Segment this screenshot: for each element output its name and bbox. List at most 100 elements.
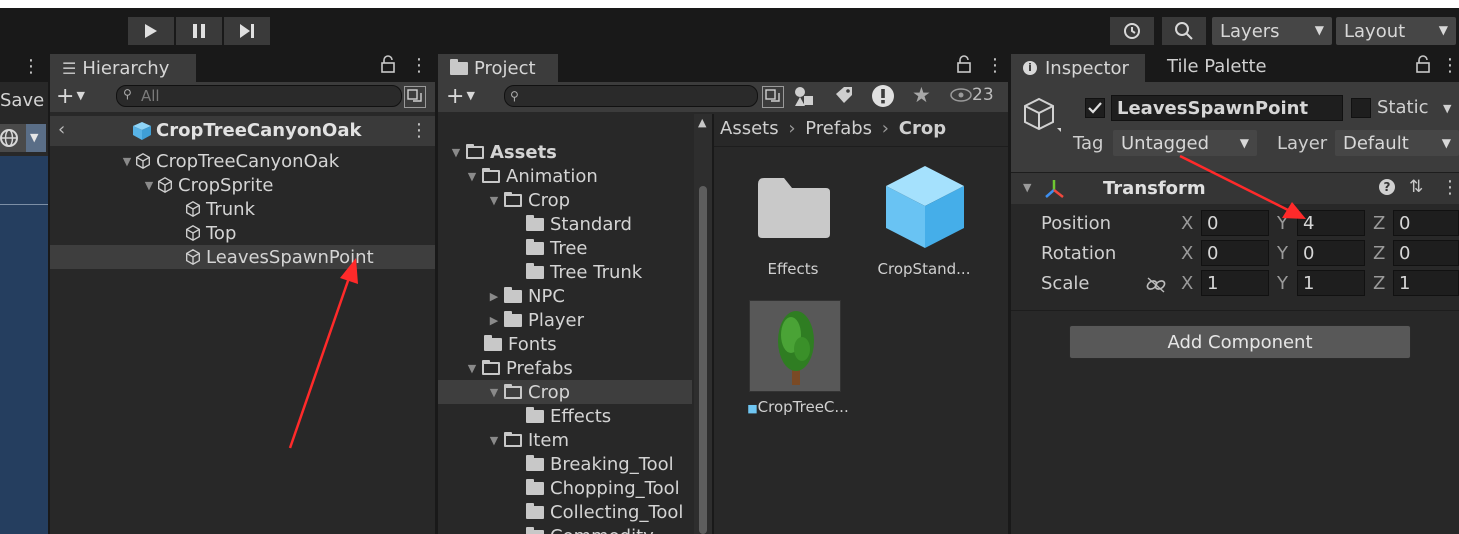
folder-item[interactable]: Chopping_Tool xyxy=(526,476,680,500)
step-button[interactable] xyxy=(224,17,270,45)
folder-item[interactable]: Commodity xyxy=(526,524,654,534)
static-checkbox[interactable] xyxy=(1351,98,1371,118)
folder-item[interactable]: ▼ Item xyxy=(484,428,569,452)
folder-item[interactable]: ▶ NPC xyxy=(484,284,565,308)
visible-count-badge[interactable]: 23 xyxy=(950,85,994,105)
hierarchy-item[interactable]: Top xyxy=(184,221,236,245)
breadcrumb-item[interactable]: Prefabs xyxy=(805,118,872,139)
hierarchy-item[interactable]: ▼ CropTreeCanyonOak xyxy=(120,149,339,173)
save-button[interactable]: Save xyxy=(0,90,44,111)
history-button[interactable] xyxy=(1110,17,1154,45)
more-menu-icon[interactable]: ⋮ xyxy=(410,55,428,76)
tab-tile-palette[interactable]: Tile Palette xyxy=(1167,56,1267,77)
filter-label-icon[interactable] xyxy=(832,84,856,113)
tag-dropdown[interactable]: Untagged ▼ xyxy=(1113,130,1257,156)
folder-item[interactable]: ▼ Animation xyxy=(462,164,598,188)
folder-item[interactable]: ▶ Player xyxy=(484,308,584,332)
layout-dropdown[interactable]: Layout ▼ xyxy=(1336,17,1456,45)
folder-item[interactable]: Standard xyxy=(526,212,632,236)
folder-item[interactable]: Tree xyxy=(526,236,588,260)
active-checkbox[interactable] xyxy=(1085,98,1105,118)
tab-inspector[interactable]: i Inspector xyxy=(1011,54,1145,82)
scale-y-field[interactable]: 1 xyxy=(1297,270,1365,296)
create-button[interactable]: + ▼ xyxy=(446,84,475,109)
more-menu-icon[interactable]: ⋮ xyxy=(1441,177,1459,198)
search-mode-icon[interactable] xyxy=(404,86,426,108)
constrain-proportions-icon[interactable] xyxy=(1145,276,1167,294)
search-mode-icon[interactable] xyxy=(762,86,784,108)
pause-button[interactable] xyxy=(176,17,222,45)
breadcrumb-item[interactable]: Crop xyxy=(899,118,946,139)
chevron-down-icon[interactable]: ▼ xyxy=(1443,102,1451,115)
search-button[interactable] xyxy=(1162,17,1206,45)
lock-icon[interactable] xyxy=(380,55,396,78)
folder-item[interactable]: Collecting_Tool xyxy=(526,500,683,524)
asset-item[interactable]: ■CropTreeC... xyxy=(742,300,852,420)
hidden-packages-icon[interactable] xyxy=(870,83,896,114)
expand-triangle-icon[interactable]: ▶ xyxy=(484,290,504,303)
panel-splitter[interactable] xyxy=(435,52,438,534)
rotation-x-field[interactable]: 0 xyxy=(1201,240,1269,266)
panel-splitter[interactable] xyxy=(1008,52,1011,534)
more-menu-icon[interactable]: ⋮ xyxy=(986,55,1004,76)
hierarchy-item[interactable]: Trunk xyxy=(184,197,255,221)
filter-type-icon[interactable] xyxy=(792,84,816,113)
scale-z-field[interactable]: 1 xyxy=(1393,270,1459,296)
expand-triangle-icon[interactable]: ▼ xyxy=(484,434,504,447)
favorite-star-icon[interactable]: ★ xyxy=(912,83,931,107)
add-component-button[interactable]: Add Component xyxy=(1069,325,1411,359)
layers-dropdown[interactable]: Layers ▼ xyxy=(1212,17,1332,45)
expand-triangle-icon[interactable]: ▼ xyxy=(142,179,156,192)
transform-header[interactable]: ▼ Transform ? ⇅ ⋮ xyxy=(1011,172,1459,204)
project-search-input[interactable]: ⚲ xyxy=(504,85,758,107)
folder-item-selected[interactable]: ▼ Crop xyxy=(484,380,570,404)
scrollbar-thumb[interactable] xyxy=(699,186,707,534)
rotation-z-field[interactable]: 0 xyxy=(1393,240,1459,266)
more-menu-icon[interactable]: ⋮ xyxy=(1441,55,1459,76)
folder-item[interactable]: ▼ Assets xyxy=(446,140,557,164)
position-y-field[interactable]: 4 xyxy=(1297,210,1365,236)
folder-item[interactable]: Tree Trunk xyxy=(526,260,642,284)
position-z-field[interactable]: 0 xyxy=(1393,210,1459,236)
more-menu-icon[interactable]: ⋮ xyxy=(22,56,40,77)
tab-hierarchy[interactable]: ☰ Hierarchy xyxy=(50,54,196,82)
hierarchy-item-selected[interactable]: LeavesSpawnPoint xyxy=(184,245,374,269)
object-name-field[interactable]: LeavesSpawnPoint xyxy=(1111,95,1343,121)
tab-project[interactable]: Project xyxy=(438,54,558,82)
create-button[interactable]: + ▼ xyxy=(56,84,85,109)
folder-tree-scrollbar[interactable]: ▲ xyxy=(694,114,712,534)
expand-triangle-icon[interactable]: ▶ xyxy=(484,314,504,327)
gizmo-dropdown[interactable]: ▼ xyxy=(26,124,46,152)
folder-item[interactable]: ▼ Crop xyxy=(484,188,570,212)
panel-splitter[interactable] xyxy=(48,52,50,534)
scene-view[interactable] xyxy=(0,156,48,534)
expand-triangle-icon[interactable]: ▼ xyxy=(446,146,466,159)
lock-icon[interactable] xyxy=(1415,55,1431,78)
expand-triangle-icon[interactable]: ▼ xyxy=(484,386,504,399)
expand-triangle-icon[interactable]: ▼ xyxy=(484,194,504,207)
folder-item[interactable]: Breaking_Tool xyxy=(526,452,674,476)
presets-icon[interactable]: ⇅ xyxy=(1409,177,1423,197)
foldout-triangle-icon[interactable]: ▼ xyxy=(1023,181,1031,194)
expand-triangle-icon[interactable]: ▼ xyxy=(462,170,482,183)
layer-dropdown[interactable]: Default ▼ xyxy=(1335,130,1459,156)
help-icon[interactable]: ? xyxy=(1379,179,1395,195)
asset-item[interactable]: CropStand... xyxy=(868,164,980,288)
hierarchy-item[interactable]: ▼ CropSprite xyxy=(142,173,274,197)
gizmo-button[interactable] xyxy=(0,124,26,152)
asset-item[interactable]: Effects xyxy=(748,176,838,286)
breadcrumb-item[interactable]: Assets xyxy=(720,118,779,139)
scale-x-field[interactable]: 1 xyxy=(1201,270,1269,296)
folder-item[interactable]: ▼ Prefabs xyxy=(462,356,573,380)
play-button[interactable] xyxy=(128,17,174,45)
scroll-up-icon[interactable]: ▲ xyxy=(698,116,706,129)
folder-item[interactable]: Effects xyxy=(526,404,611,428)
folder-item[interactable]: Fonts xyxy=(484,332,557,356)
expand-triangle-icon[interactable]: ▼ xyxy=(120,155,134,168)
expand-triangle-icon[interactable]: ▼ xyxy=(462,362,482,375)
position-x-field[interactable]: 0 xyxy=(1201,210,1269,236)
rotation-y-field[interactable]: 0 xyxy=(1297,240,1365,266)
hierarchy-search-input[interactable]: ⚲ All xyxy=(116,85,402,107)
lock-icon[interactable] xyxy=(956,55,972,78)
more-menu-icon[interactable]: ⋮ xyxy=(410,120,428,141)
